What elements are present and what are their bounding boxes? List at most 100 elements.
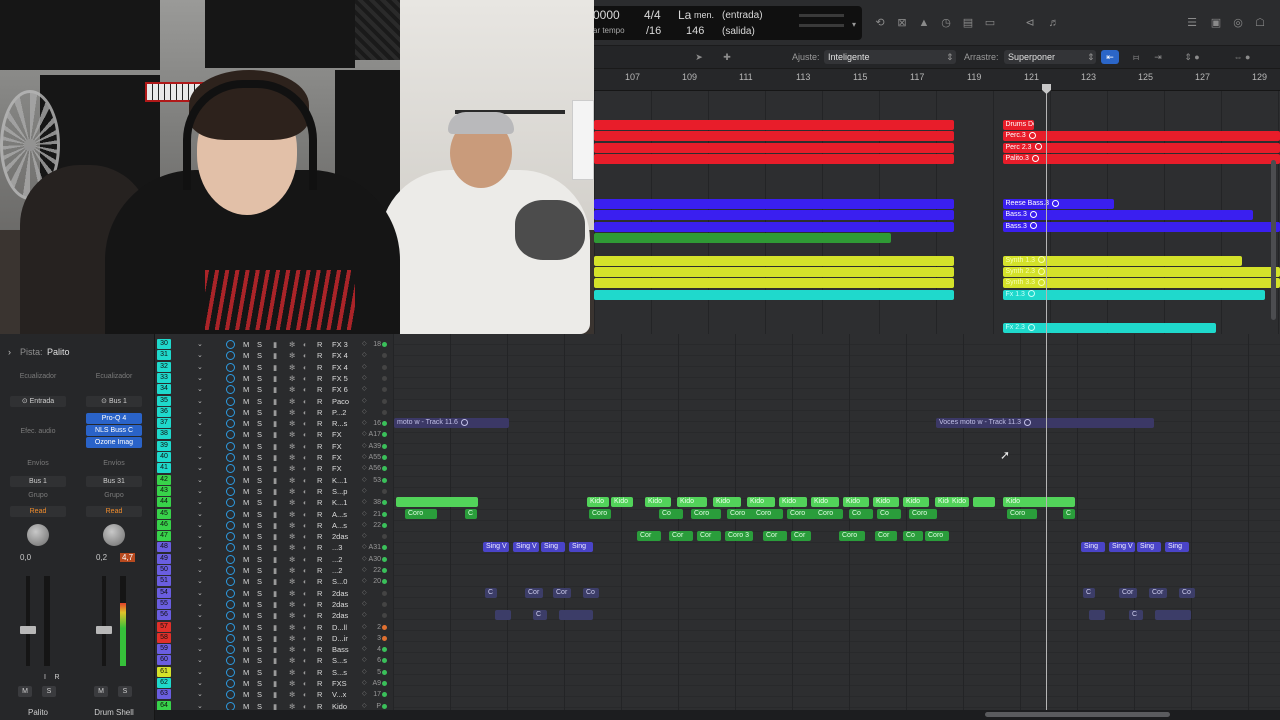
region[interactable]: Coro [1007, 508, 1037, 519]
chevron-right-icon[interactable]: › [8, 347, 11, 357]
plugin-slot[interactable]: Pro-Q 4 [86, 413, 142, 424]
record-button[interactable]: R [317, 678, 322, 689]
region[interactable]: Kido [747, 497, 775, 508]
freeze-icon[interactable]: ✻ [289, 588, 295, 599]
lock-icon[interactable]: ▮ [273, 429, 277, 440]
mute-button[interactable]: M [243, 689, 249, 700]
bar-ruler[interactable]: 107 109 111 113 115 117 119 121 123 125 … [594, 69, 1280, 91]
track-header[interactable]: 63 ⌄ M S ▮ ✻ ◐ R V...x ◇ 17 [155, 689, 393, 700]
catch-icon[interactable]: ⇤ [1101, 50, 1119, 64]
lock-icon[interactable]: ▮ [273, 384, 277, 395]
mute-button[interactable]: M [243, 531, 249, 542]
region[interactable]: C [485, 587, 497, 598]
lock-icon[interactable]: ▮ [273, 463, 277, 474]
input-monitor-icon[interactable]: ◐ [303, 463, 308, 474]
region[interactable]: Sing V [483, 542, 509, 553]
power-icon[interactable] [226, 543, 235, 553]
pan-icon[interactable]: ◇ [362, 610, 367, 621]
solo-button[interactable]: S [257, 509, 262, 520]
region[interactable]: Cor [637, 531, 661, 542]
mute-button[interactable]: M [243, 362, 249, 373]
lock-icon[interactable]: ▮ [273, 396, 277, 407]
solo-button[interactable]: S [257, 689, 262, 700]
record-button[interactable]: R [317, 475, 322, 486]
pan-knob[interactable] [103, 524, 125, 546]
solo-button[interactable]: S [257, 441, 262, 452]
record-button[interactable]: R [317, 441, 322, 452]
chevron-down-icon[interactable]: ⌄ [197, 542, 207, 552]
region[interactable]: Kido [843, 497, 869, 508]
track-header[interactable]: 34 ⌄ M S ▮ ✻ ◐ R FX 6 ◇ [155, 384, 393, 395]
region[interactable]: Fx 1.3 [1002, 289, 1265, 300]
audio-fx-label[interactable]: Efec. audio [0, 428, 76, 435]
solo-button[interactable]: S [257, 452, 262, 463]
input-monitor-icon[interactable]: ◐ [303, 339, 308, 350]
input-monitor-icon[interactable]: ◐ [303, 565, 308, 576]
region[interactable] [594, 221, 955, 232]
freeze-icon[interactable]: ✻ [289, 678, 295, 689]
region[interactable]: Sing [1137, 542, 1161, 553]
record-button[interactable]: R [317, 429, 322, 440]
chevron-down-icon[interactable]: ⌄ [197, 554, 207, 564]
mute-button[interactable]: M [243, 509, 249, 520]
pan-icon[interactable]: ◇ [362, 520, 367, 531]
region[interactable] [594, 289, 955, 300]
region[interactable]: Cor [763, 531, 787, 542]
playhead[interactable] [1046, 84, 1047, 710]
chevron-down-icon[interactable]: ⌄ [197, 622, 207, 632]
region[interactable] [559, 610, 593, 621]
track-header[interactable]: 32 ⌄ M S ▮ ✻ ◐ R FX 4 ◇ [155, 361, 393, 373]
lock-icon[interactable]: ▮ [273, 531, 277, 542]
region[interactable]: Voces moto w - Track 11.3 [936, 418, 1154, 429]
pan-icon[interactable]: ◇ [362, 509, 367, 520]
lock-icon[interactable]: ▮ [273, 418, 277, 429]
library-icon[interactable]: ☖ [1252, 15, 1268, 31]
mute-button[interactable]: M [243, 554, 249, 565]
input-monitor-icon[interactable]: ◐ [303, 622, 308, 633]
pan-icon[interactable]: ◇ [362, 373, 367, 384]
region[interactable]: Synth 2.3 [1002, 266, 1280, 277]
count-in-icon[interactable]: ◷ [938, 15, 954, 31]
track-header[interactable]: 40 ⌄ M S ▮ ✻ ◐ R FX ◇ A55 [155, 452, 393, 463]
pan-icon[interactable]: ◇ [362, 418, 367, 429]
mute-button[interactable]: M [243, 622, 249, 633]
chevron-down-icon[interactable]: ⌄ [197, 599, 207, 609]
pan-icon[interactable]: ◇ [362, 622, 367, 633]
region[interactable]: Perc 2.3 [1002, 142, 1280, 153]
power-icon[interactable] [226, 340, 235, 349]
chevron-down-icon[interactable]: ⌄ [197, 396, 207, 406]
region[interactable]: Coro [815, 508, 843, 519]
solo-button[interactable]: S [257, 678, 262, 689]
track-header[interactable]: 55 ⌄ M S ▮ ✻ ◐ R 2das ◇ [155, 598, 393, 610]
mute-button[interactable]: M [243, 339, 249, 350]
pan-icon[interactable]: ◇ [362, 475, 367, 486]
record-button[interactable]: R [317, 531, 322, 542]
input-monitor-icon[interactable]: ◐ [303, 486, 308, 497]
mute-button[interactable]: M [243, 350, 249, 361]
pan-icon[interactable]: ◇ [362, 689, 367, 700]
list-editors-icon[interactable]: ☰ [1184, 15, 1200, 31]
mute-button[interactable]: M [243, 396, 249, 407]
region[interactable] [594, 142, 955, 153]
region[interactable]: C [1083, 587, 1095, 598]
input-monitor-icon[interactable]: ◐ [303, 418, 308, 429]
lock-icon[interactable]: ▮ [273, 633, 277, 644]
record-button[interactable]: R [317, 622, 322, 633]
vertical-scrollbar[interactable] [1271, 160, 1276, 320]
freeze-icon[interactable]: ✻ [289, 599, 295, 610]
input-monitor-icon[interactable]: ◐ [303, 542, 308, 553]
record-button[interactable]: R [317, 644, 322, 655]
input-monitor-icon[interactable]: ◐ [303, 509, 308, 520]
freeze-icon[interactable]: ✻ [289, 655, 295, 666]
power-icon[interactable] [226, 475, 235, 485]
region[interactable]: Kido [611, 497, 633, 508]
record-button[interactable]: R [317, 497, 322, 508]
power-icon[interactable] [226, 633, 235, 643]
chevron-down-icon[interactable]: ⌄ [197, 588, 207, 598]
freeze-icon[interactable]: ✻ [289, 531, 295, 542]
volume-fader[interactable] [96, 626, 112, 634]
track-header[interactable]: 57 ⌄ M S ▮ ✻ ◐ R D...ll ◇ 2 [155, 621, 393, 633]
track-header[interactable]: 36 ⌄ M S ▮ ✻ ◐ R P...2 ◇ [155, 406, 393, 418]
freeze-icon[interactable]: ✻ [289, 644, 295, 655]
mute-button[interactable]: M [243, 520, 249, 531]
